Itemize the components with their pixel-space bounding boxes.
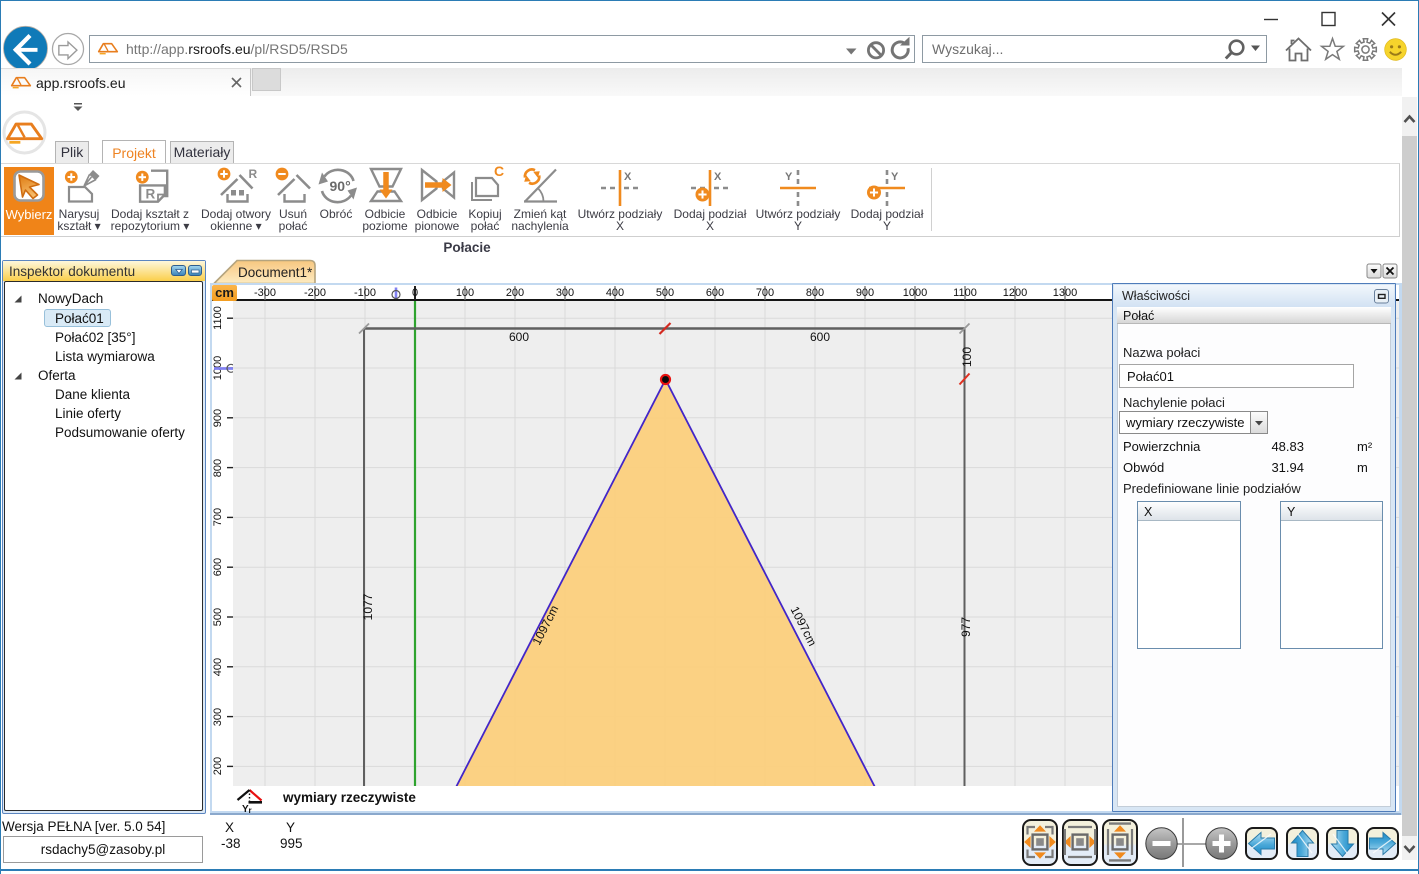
- svg-text:X: X: [624, 171, 632, 183]
- svg-text:X: X: [714, 171, 722, 183]
- svg-text:R: R: [146, 187, 156, 202]
- svg-text:100: 100: [960, 347, 974, 367]
- svg-text:90°: 90°: [330, 178, 351, 194]
- svg-text:Y: Y: [891, 171, 899, 183]
- svg-text:600: 600: [810, 330, 830, 344]
- svg-text:Y: Y: [785, 171, 793, 183]
- svg-text:R: R: [249, 167, 258, 181]
- svg-text:977: 977: [959, 617, 973, 637]
- svg-text:1077: 1077: [361, 593, 375, 620]
- svg-text:C: C: [494, 163, 504, 179]
- svg-text:600: 600: [509, 330, 529, 344]
- svg-text:r: r: [249, 806, 252, 815]
